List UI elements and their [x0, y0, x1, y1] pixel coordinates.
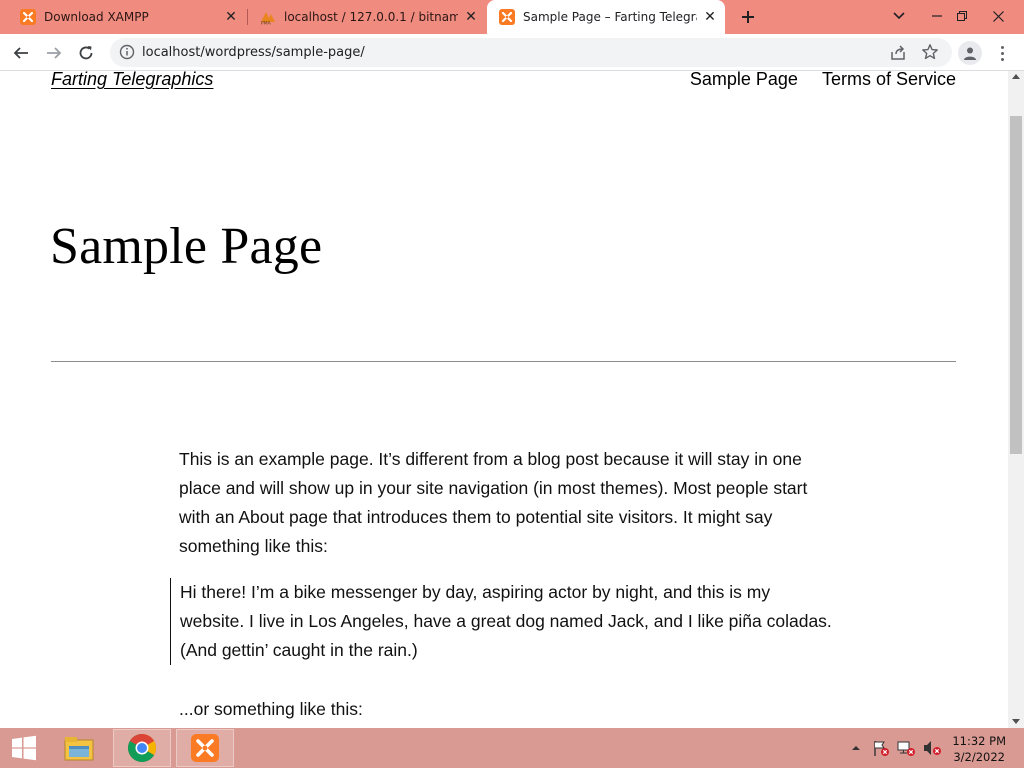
tab-title: localhost / 127.0.0.1 / bitnami_wo [284, 10, 458, 24]
blockquote: Hi there! I’m a bike messenger by day, a… [170, 578, 839, 665]
site-title-link[interactable]: Farting Telegraphics [51, 71, 213, 90]
plus-icon [742, 11, 754, 23]
vertical-scrollbar[interactable] [1008, 71, 1024, 728]
system-tray [850, 728, 942, 768]
intro-paragraph: This is an example page. It’s different … [179, 449, 808, 556]
xampp-icon [499, 9, 515, 25]
clock[interactable]: 11:32 PM 3/2/2022 [952, 733, 1006, 765]
restore-icon [957, 11, 967, 21]
phpmyadmin-icon: PMA [261, 12, 275, 26]
reload-button[interactable] [73, 40, 99, 66]
page-viewport: Farting Telegraphics Sample Page Terms o… [0, 71, 1008, 728]
avatar [964, 47, 976, 60]
new-tab-button[interactable] [736, 5, 760, 29]
clock-date: 3/2/2022 [953, 750, 1005, 764]
site-navigation: Sample Page Terms of Service [690, 71, 956, 90]
taskbar-file-explorer[interactable] [50, 729, 108, 767]
close-icon[interactable]: ✕ [701, 8, 719, 26]
profile-icon[interactable] [958, 41, 982, 65]
file-explorer-icon [64, 737, 94, 761]
chevron-up-icon[interactable] [850, 742, 862, 754]
tab-phpmyadmin[interactable]: PMA localhost / 127.0.0.1 / bitnami_wo ✕ [248, 0, 486, 34]
url-text[interactable]: localhost/wordpress/sample-page/ [142, 45, 365, 60]
forward-button[interactable] [41, 40, 67, 66]
tab-strip: Download XAMPP ✕ PMA localhost / 127.0.0… [0, 0, 1024, 34]
scrollbar-thumb[interactable] [1010, 116, 1022, 454]
arrow-left-icon [13, 47, 28, 59]
nav-item-sample-page[interactable]: Sample Page [690, 71, 798, 90]
chevron-down-icon [893, 12, 905, 20]
scroll-down-arrow-icon[interactable] [1012, 719, 1020, 724]
tab-title: Sample Page – Farting Telegraph [523, 10, 697, 24]
info-icon[interactable] [119, 44, 135, 60]
tab-download-xampp[interactable]: Download XAMPP ✕ [8, 0, 246, 34]
close-icon[interactable]: ✕ [462, 8, 480, 26]
arrow-right-icon [47, 47, 62, 59]
minimize-button[interactable] [926, 4, 948, 28]
browser-toolbar: localhost/wordpress/sample-page/ [0, 34, 1024, 71]
divider [51, 361, 956, 362]
taskbar-chrome[interactable] [113, 729, 171, 767]
chrome-icon [128, 734, 156, 762]
page-content: This is an example page. It’s different … [170, 445, 839, 728]
start-button[interactable] [0, 728, 48, 768]
menu-icon[interactable] [993, 42, 1011, 64]
scroll-up-arrow-icon[interactable] [1012, 74, 1020, 79]
svg-text:PMA: PMA [261, 21, 272, 26]
page-title: Sample Page [50, 218, 323, 275]
tab-search-button[interactable] [888, 4, 910, 28]
outro-paragraph: ...or something like this: [179, 699, 363, 719]
xampp-icon [20, 9, 36, 25]
clock-time: 11:32 PM [952, 734, 1006, 748]
action-center-flag-icon[interactable] [872, 739, 890, 757]
close-icon [992, 10, 1004, 22]
windows-logo-icon [12, 735, 36, 761]
address-bar[interactable]: localhost/wordpress/sample-page/ [110, 38, 952, 67]
taskbar: 11:32 PM 3/2/2022 [0, 728, 1024, 768]
volume-muted-icon[interactable] [922, 739, 942, 757]
restore-button[interactable] [951, 4, 973, 28]
share-icon[interactable] [889, 44, 907, 62]
tab-title: Download XAMPP [44, 10, 149, 24]
taskbar-xampp[interactable] [176, 729, 234, 767]
network-icon[interactable] [896, 739, 916, 757]
star-icon[interactable] [921, 43, 939, 61]
reload-icon [79, 46, 93, 60]
close-window-button[interactable] [986, 4, 1010, 28]
close-icon[interactable]: ✕ [222, 8, 240, 26]
minimize-icon [932, 15, 942, 17]
xampp-icon [191, 734, 219, 762]
quote-text: Hi there! I’m a bike messenger by day, a… [180, 582, 832, 660]
back-button[interactable] [8, 40, 34, 66]
nav-item-terms-of-service[interactable]: Terms of Service [822, 71, 956, 90]
tab-sample-page[interactable]: Sample Page – Farting Telegraph ✕ [487, 0, 725, 34]
